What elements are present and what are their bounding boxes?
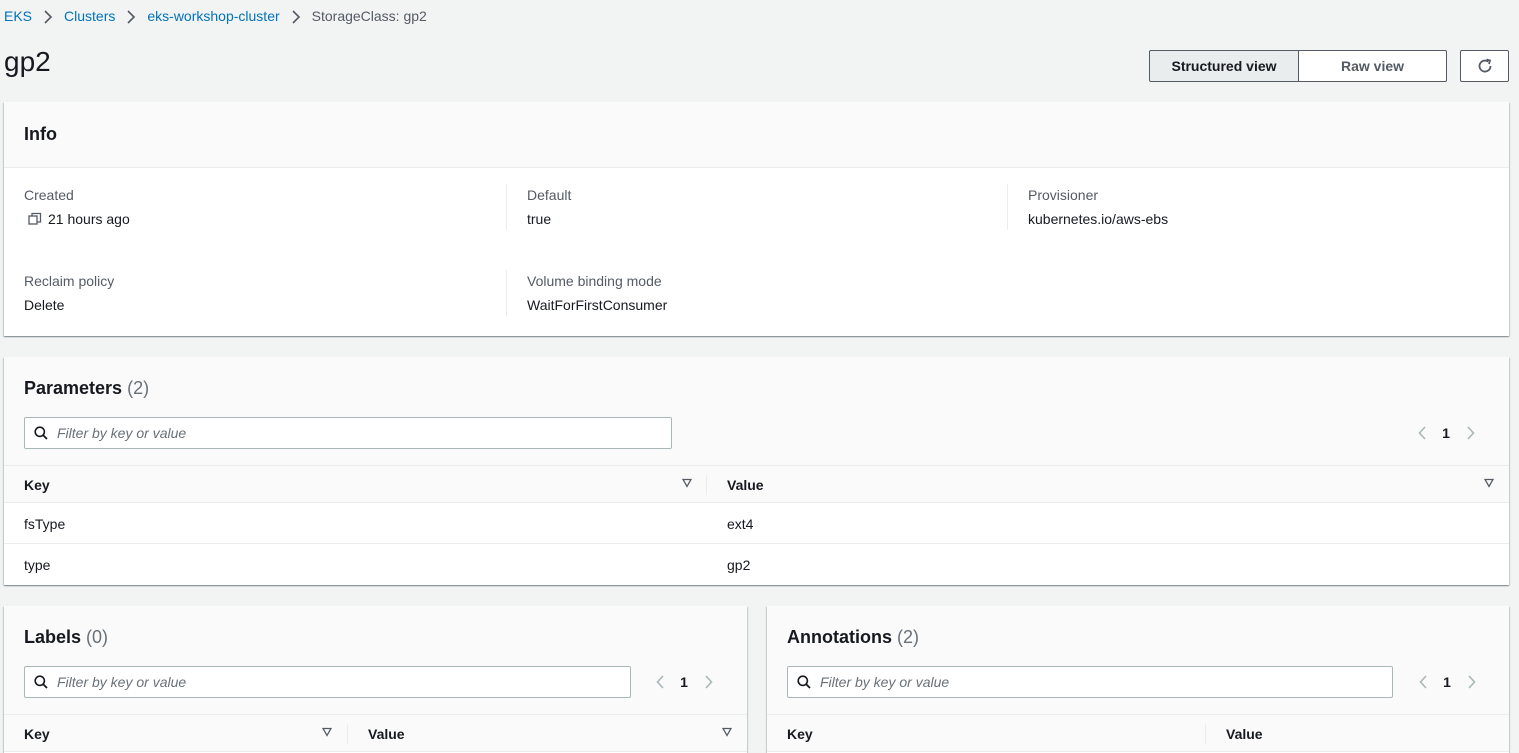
parameters-title-text: Parameters bbox=[24, 378, 123, 398]
divider bbox=[1007, 184, 1008, 230]
breadcrumb: EKS Clusters eks-workshop-cluster Storag… bbox=[4, 6, 427, 26]
reclaim-policy-field: Reclaim policy Delete bbox=[24, 273, 114, 313]
labels-panel: Labels (0) 1 Key Value bbox=[4, 606, 747, 753]
row-value: ext4 bbox=[727, 516, 754, 532]
chevron-right-icon bbox=[115, 8, 147, 24]
sort-icon[interactable] bbox=[682, 478, 692, 488]
column-key[interactable]: Key bbox=[24, 715, 50, 752]
labels-title: Labels (0) bbox=[24, 627, 108, 648]
breadcrumb-eks[interactable]: EKS bbox=[4, 8, 32, 24]
column-value[interactable]: Value bbox=[727, 466, 764, 503]
created-value: 21 hours ago bbox=[48, 211, 130, 227]
next-page-icon[interactable] bbox=[1461, 675, 1481, 689]
volume-binding-mode-value: WaitForFirstConsumer bbox=[527, 297, 668, 313]
volume-binding-mode-label: Volume binding mode bbox=[527, 273, 662, 289]
column-divider[interactable] bbox=[1205, 724, 1206, 744]
chevron-right-icon bbox=[280, 8, 312, 24]
column-divider[interactable] bbox=[347, 724, 348, 744]
provisioner-value: kubernetes.io/aws-ebs bbox=[1028, 211, 1169, 227]
info-panel-header: Info bbox=[4, 102, 1509, 168]
parameters-filter-input[interactable] bbox=[57, 419, 671, 447]
column-key[interactable]: Key bbox=[24, 466, 50, 503]
view-toggle: Structured view Raw view bbox=[1149, 50, 1447, 82]
default-label: Default bbox=[527, 187, 572, 203]
table-row: type gp2 bbox=[4, 545, 1509, 585]
row-key: type bbox=[24, 557, 51, 573]
parameters-panel: Parameters (2) 1 Key Value fsType ext4 t… bbox=[4, 357, 1509, 585]
column-value[interactable]: Value bbox=[1226, 715, 1263, 752]
row-key: fsType bbox=[24, 516, 66, 532]
parameters-count: (2) bbox=[127, 378, 150, 398]
page-number[interactable]: 1 bbox=[1433, 674, 1461, 690]
annotations-table-header: Key Value bbox=[767, 714, 1509, 752]
search-icon bbox=[797, 675, 811, 689]
refresh-icon bbox=[1478, 58, 1491, 73]
annotations-count: (2) bbox=[897, 627, 920, 647]
breadcrumb-current: StorageClass: gp2 bbox=[311, 8, 427, 24]
next-page-icon[interactable] bbox=[698, 675, 718, 689]
divider bbox=[506, 270, 507, 316]
created-field: Created 21 hours ago bbox=[24, 187, 130, 227]
labels-table-header: Key Value bbox=[4, 714, 747, 752]
labels-filter[interactable] bbox=[24, 666, 631, 698]
search-icon bbox=[34, 675, 48, 689]
divider bbox=[506, 184, 507, 230]
provisioner-label: Provisioner bbox=[1028, 187, 1099, 203]
default-value: true bbox=[527, 211, 552, 227]
labels-title-text: Labels bbox=[24, 627, 82, 647]
raw-view-button[interactable]: Raw view bbox=[1299, 50, 1447, 82]
search-icon bbox=[34, 426, 48, 440]
refresh-button[interactable] bbox=[1460, 50, 1509, 82]
annotations-panel: Annotations (2) 1 Key Value bbox=[767, 606, 1509, 753]
next-page-icon[interactable] bbox=[1460, 426, 1480, 440]
page-number[interactable]: 1 bbox=[1432, 425, 1460, 441]
reclaim-policy-label: Reclaim policy bbox=[24, 273, 115, 289]
page-title: gp2 bbox=[4, 46, 51, 77]
prev-page-icon[interactable] bbox=[1412, 426, 1432, 440]
parameters-filter[interactable] bbox=[24, 417, 672, 449]
breadcrumb-cluster[interactable]: eks-workshop-cluster bbox=[147, 8, 279, 24]
row-value: gp2 bbox=[727, 557, 751, 573]
labels-filter-input[interactable] bbox=[57, 668, 630, 696]
info-panel: Info Created 21 hours ago Default true P… bbox=[4, 102, 1509, 336]
parameters-pagination: 1 bbox=[1412, 417, 1480, 449]
created-label: Created bbox=[24, 187, 74, 203]
parameters-title: Parameters (2) bbox=[24, 378, 149, 399]
breadcrumb-clusters[interactable]: Clusters bbox=[64, 8, 115, 24]
sort-icon[interactable] bbox=[322, 727, 332, 737]
chevron-right-icon bbox=[32, 8, 64, 24]
labels-count: (0) bbox=[86, 627, 109, 647]
column-key[interactable]: Key bbox=[787, 715, 813, 752]
column-value[interactable]: Value bbox=[368, 715, 405, 752]
column-divider[interactable] bbox=[706, 475, 707, 495]
sort-icon[interactable] bbox=[1484, 478, 1494, 488]
default-field: Default true bbox=[527, 187, 571, 227]
volume-binding-mode-field: Volume binding mode WaitForFirstConsumer bbox=[527, 273, 667, 313]
provisioner-field: Provisioner kubernetes.io/aws-ebs bbox=[1028, 187, 1168, 227]
parameters-table-header: Key Value bbox=[4, 465, 1509, 503]
info-title: Info bbox=[24, 124, 57, 144]
annotations-pagination: 1 bbox=[1413, 666, 1481, 698]
structured-view-button[interactable]: Structured view bbox=[1149, 50, 1299, 82]
page-number[interactable]: 1 bbox=[670, 674, 698, 690]
annotations-title: Annotations (2) bbox=[787, 627, 919, 648]
annotations-filter-input[interactable] bbox=[820, 668, 1392, 696]
table-row: fsType ext4 bbox=[4, 504, 1509, 544]
labels-pagination: 1 bbox=[650, 666, 718, 698]
annotations-title-text: Annotations bbox=[787, 627, 892, 647]
copy-icon[interactable] bbox=[28, 212, 42, 226]
reclaim-policy-value: Delete bbox=[24, 297, 65, 313]
sort-icon[interactable] bbox=[722, 727, 732, 737]
prev-page-icon[interactable] bbox=[1413, 675, 1433, 689]
prev-page-icon[interactable] bbox=[650, 675, 670, 689]
annotations-filter[interactable] bbox=[787, 666, 1393, 698]
